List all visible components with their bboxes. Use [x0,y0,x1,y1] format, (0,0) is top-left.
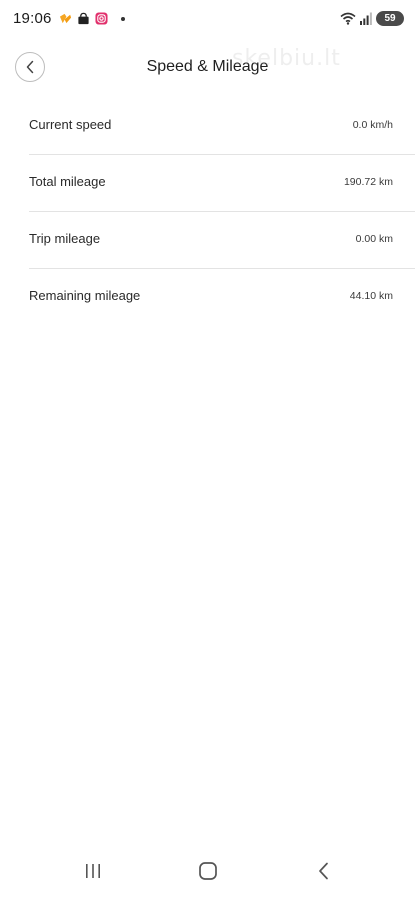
notification-dot-icon [121,16,125,21]
notification-icons [59,12,125,25]
status-time: 19:06 [13,10,52,27]
navigation-bar [0,844,415,900]
back-nav-button[interactable] [309,860,339,882]
list-item-trip-mileage: Trip mileage 0.00 km [29,212,415,269]
row-label: Total mileage [29,174,106,189]
page-title: Speed & Mileage [146,58,269,75]
row-label: Current speed [29,117,112,132]
list-item-remaining-mileage: Remaining mileage 44.10 km [29,269,415,325]
row-value: 190.72 km [343,176,393,188]
shopping-bag-icon [78,12,89,25]
list-item-total-mileage: Total mileage 190.72 km [29,155,415,212]
battery-icon: 59 [376,11,404,26]
list-item-current-speed: Current speed 0.0 km/h [29,98,415,155]
home-icon [199,862,217,880]
row-value: 0.0 km/h [352,119,393,131]
row-label: Trip mileage [29,231,101,246]
recent-apps-icon [86,864,100,878]
system-indicators: 59 [340,11,404,26]
row-value: 0.00 km [355,233,393,245]
row-label: Remaining mileage [29,288,141,303]
back-nav-icon [319,862,328,880]
recent-apps-button[interactable] [78,860,108,882]
stats-list: Current speed 0.0 km/h Total mileage 190… [0,98,415,325]
instagram-icon [95,12,108,25]
page-header: Speed & Mileage [0,48,415,86]
home-button[interactable] [193,860,223,882]
status-bar: 19:06 59 [0,0,415,38]
delivery-app-icon [59,13,72,24]
signal-icon [360,12,372,25]
wifi-icon [340,12,356,25]
row-value: 44.10 km [349,290,393,302]
